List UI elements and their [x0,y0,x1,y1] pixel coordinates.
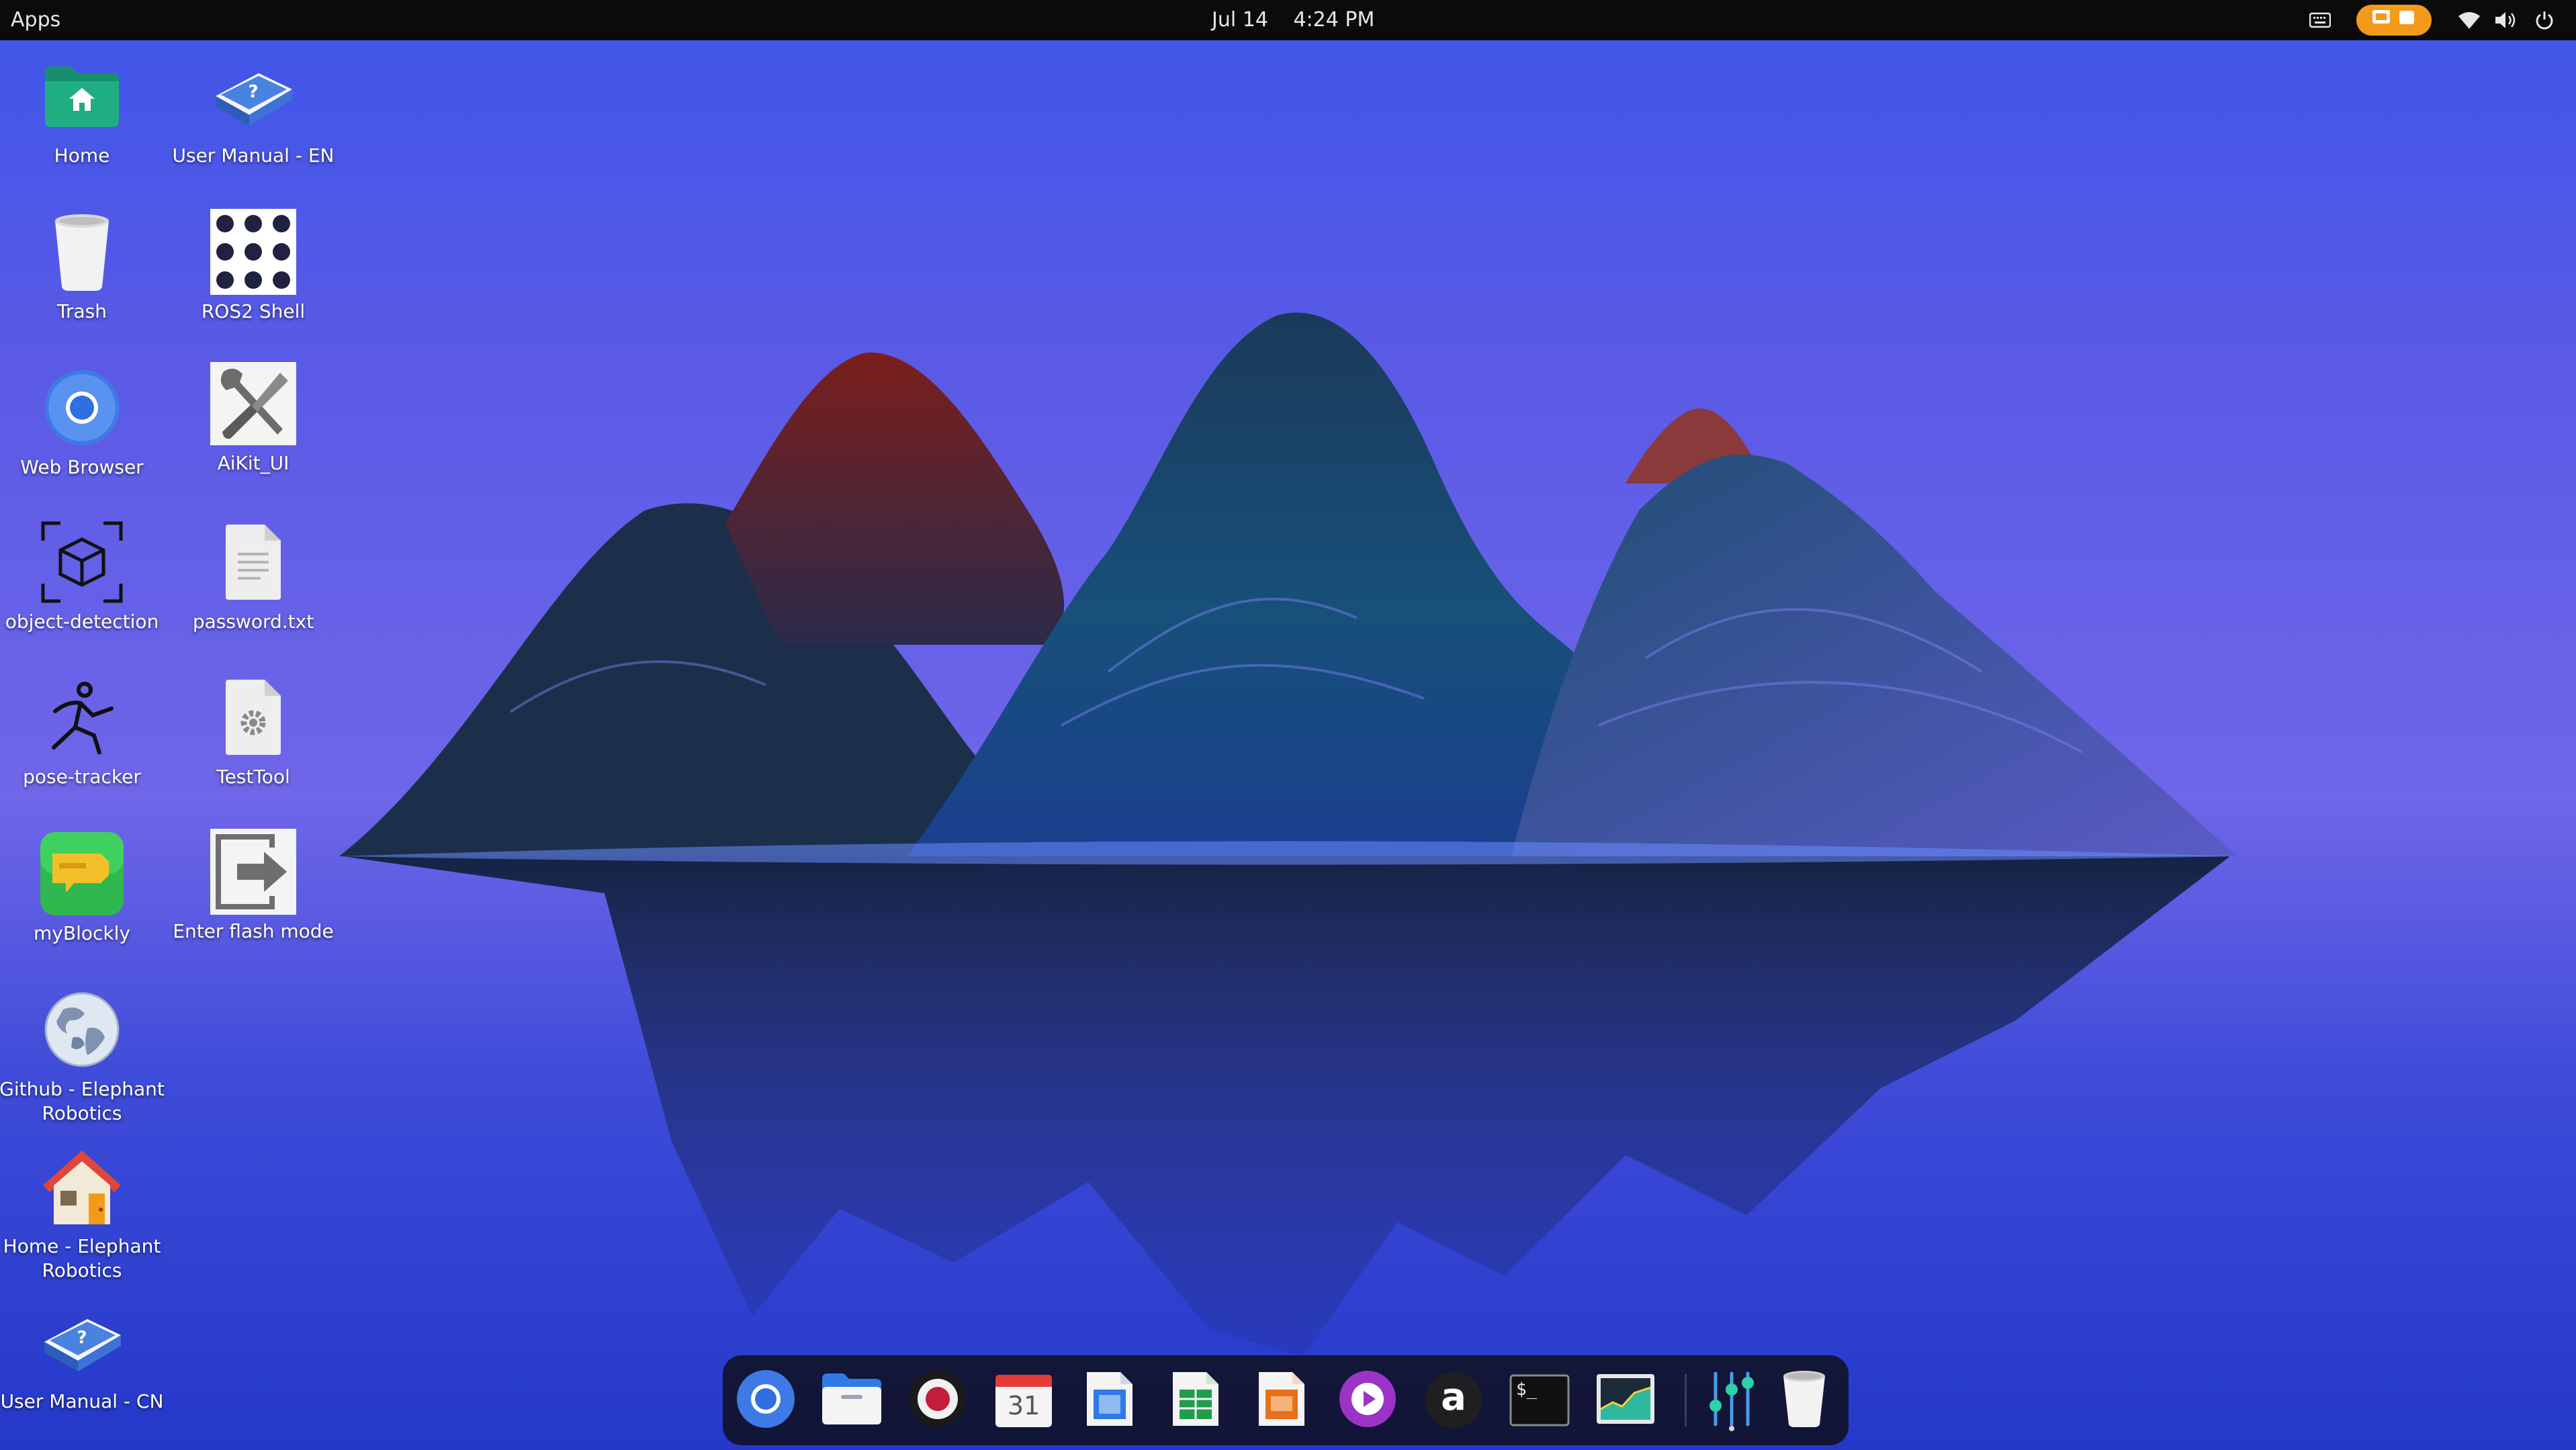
equalizer-icon [1705,1369,1759,1431]
desktop-icon-trash[interactable]: Trash [0,208,166,324]
app-store-icon: a [1424,1371,1483,1430]
desktop-icon-label: Home - Elephant Robotics [3,1235,161,1281]
dock-chromium[interactable] [732,1367,799,1434]
desktop-icon-label: ROS2 Shell [201,300,306,322]
video-player-icon [1338,1369,1397,1431]
trash-icon [1779,1369,1829,1431]
desktop-icon-label: Home [54,144,110,167]
dock-terminal[interactable]: $_ [1506,1367,1573,1434]
dock-trash[interactable] [1771,1367,1838,1434]
desktop-icon-label: Github - Elephant Robotics [0,1078,165,1124]
chromium-icon [736,1369,796,1432]
impress-icon [1256,1369,1307,1431]
screen-recorder-icon [908,1369,967,1431]
screen-share-icon [2367,7,2421,33]
screen-share-indicator[interactable] [2356,5,2432,36]
dock-calc[interactable] [1162,1367,1229,1434]
desktop-icon-home-elephant-robotics[interactable]: Home - Elephant Robotics [0,1143,166,1283]
svg-text:?: ? [77,1328,87,1348]
desktop-icon-user-manual-cn[interactable]: ? User Manual - CN [0,1298,166,1414]
home-folder-icon [38,52,126,140]
tools-icon [210,360,297,447]
date-label: Jul 14 [1212,8,1268,32]
desktop-icon-user-manual-en[interactable]: ? User Manual - EN [169,52,337,168]
desktop-icon-aikit-ui[interactable]: AiKit_UI [169,360,337,475]
desktop-wallpaper [0,0,2576,1450]
app-store-letter: a [1441,1375,1466,1419]
writer-icon [1084,1369,1135,1431]
dock-video-player[interactable] [1334,1367,1401,1434]
dock-app-store[interactable]: a [1420,1367,1487,1434]
desktop-icon-myblockly[interactable]: myBlockly [0,830,166,946]
time-label: 4:24 PM [1293,8,1375,32]
volume-icon[interactable] [2491,5,2520,35]
desktop-icon-pose-tracker[interactable]: pose-tracker [0,674,166,789]
desktop-icon-github-elephant-robotics[interactable]: Github - Elephant Robotics [0,986,166,1126]
dot-grid-icon [210,208,297,296]
cube-scan-icon [38,518,126,606]
desktop-icon-home[interactable]: Home [0,52,166,168]
desktop-icon-label: AiKit_UI [217,452,290,474]
desktop-icon-label: User Manual - EN [172,144,335,167]
desktop-icon-testtool[interactable]: TestTool [169,674,337,789]
blockly-icon [38,830,126,917]
dock-equalizer[interactable] [1698,1367,1765,1434]
desktop-icon-label: object-detection [5,610,159,633]
desktop-icon-label: pose-tracker [23,766,141,788]
dock-screen-recorder[interactable] [904,1367,971,1434]
power-icon[interactable] [2530,5,2559,35]
running-indicator [1729,1426,1734,1431]
desktop-icon-password-txt[interactable]: password.txt [169,518,337,634]
desktop-icon-label: Enter flash mode [173,920,334,942]
desktop-icon-label: User Manual - CN [0,1390,164,1412]
desktop-icon-ros2-shell[interactable]: ROS2 Shell [169,208,337,324]
house-icon [38,1143,126,1230]
dock: 31 a $_ [723,1355,1849,1445]
globe-icon [38,986,126,1073]
dock-system-monitor[interactable] [1592,1367,1659,1434]
apps-menu-button[interactable]: Apps [11,0,60,40]
desktop-icon-label: Trash [57,300,107,322]
chromium-icon [38,364,126,451]
calendar-icon: 31 [994,1372,1053,1429]
top-bar: Apps Jul 14 4:24 PM [0,0,2576,40]
desktop-icon-web-browser[interactable]: Web Browser [0,364,166,480]
trash-icon [38,208,126,296]
files-icon [821,1372,883,1429]
dock-separator [1685,1374,1687,1426]
calendar-day: 31 [1007,1391,1040,1420]
dock-writer[interactable] [1076,1367,1143,1434]
help-book-icon: ? [38,1298,126,1386]
desktop-icon-label: TestTool [216,766,290,788]
desktop-icon-label: password.txt [192,610,314,633]
svg-text:?: ? [248,82,258,102]
flash-arrow-icon [210,828,297,915]
wifi-icon[interactable] [2454,5,2484,35]
dock-impress[interactable] [1248,1367,1315,1434]
dock-files[interactable] [818,1367,885,1434]
keyboard-icon[interactable] [2305,5,2335,35]
running-figure-icon [38,674,126,761]
desktop-icon-label: myBlockly [34,922,130,944]
desktop-icon-label: Web Browser [20,456,144,478]
calc-icon [1170,1369,1221,1431]
terminal-prompt: $_ [1516,1379,1538,1400]
help-book-icon: ? [210,52,297,140]
dock-calendar[interactable]: 31 [990,1367,1057,1434]
desktop-icon-object-detection[interactable]: object-detection [0,518,166,634]
clock-button[interactable]: Jul 14 4:24 PM [1212,0,1374,40]
text-file-icon [210,518,297,606]
system-monitor-icon [1595,1373,1656,1428]
terminal-icon: $_ [1509,1374,1570,1426]
desktop-icon-enter-flash-mode[interactable]: Enter flash mode [169,828,337,944]
settings-file-icon [210,674,297,761]
